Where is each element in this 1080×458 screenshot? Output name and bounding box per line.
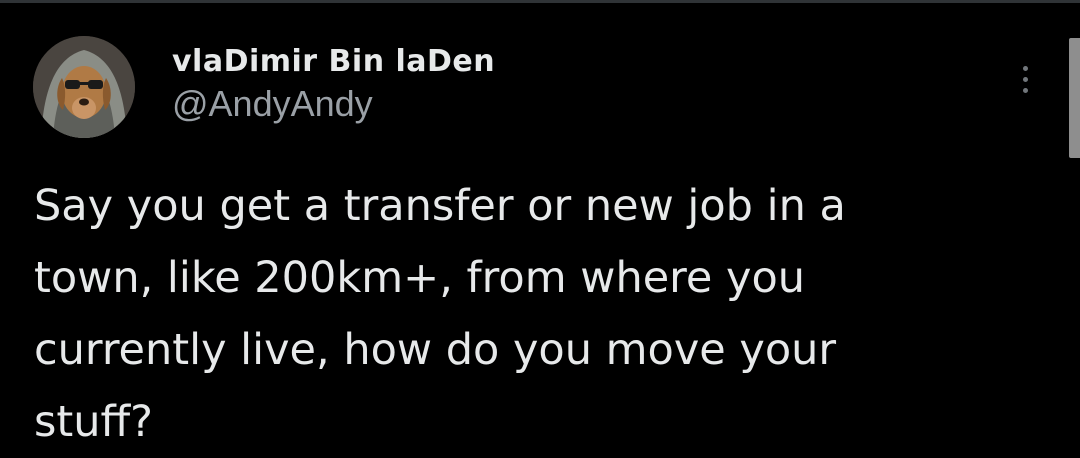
author-avatar[interactable] xyxy=(33,36,135,138)
vertical-ellipsis-icon xyxy=(1022,87,1028,93)
tweet-text-line: town, like 200km+, from where you xyxy=(34,253,806,303)
tweet-text-line: currently live, how do you move your xyxy=(34,325,837,375)
more-options-button[interactable] xyxy=(1008,56,1042,102)
tweet-body-text: Say you get a transfer or new job in a t… xyxy=(34,170,1054,458)
tweet-text-line: stuff? xyxy=(34,397,153,447)
vertical-ellipsis-icon xyxy=(1022,76,1028,82)
author-info: vlaDimir Bin laDen @AndyAndy xyxy=(172,42,495,124)
dog-in-hoodie-avatar-icon xyxy=(33,36,135,138)
author-handle[interactable]: @AndyAndy xyxy=(172,84,495,124)
vertical-ellipsis-icon xyxy=(1022,65,1028,71)
tweet-text-line: Say you get a transfer or new job in a xyxy=(34,181,846,231)
tweet[interactable]: vlaDimir Bin laDen @AndyAndy Say you get… xyxy=(0,0,1080,453)
author-display-name[interactable]: vlaDimir Bin laDen xyxy=(172,42,495,82)
scrollbar-thumb[interactable] xyxy=(1069,38,1080,158)
